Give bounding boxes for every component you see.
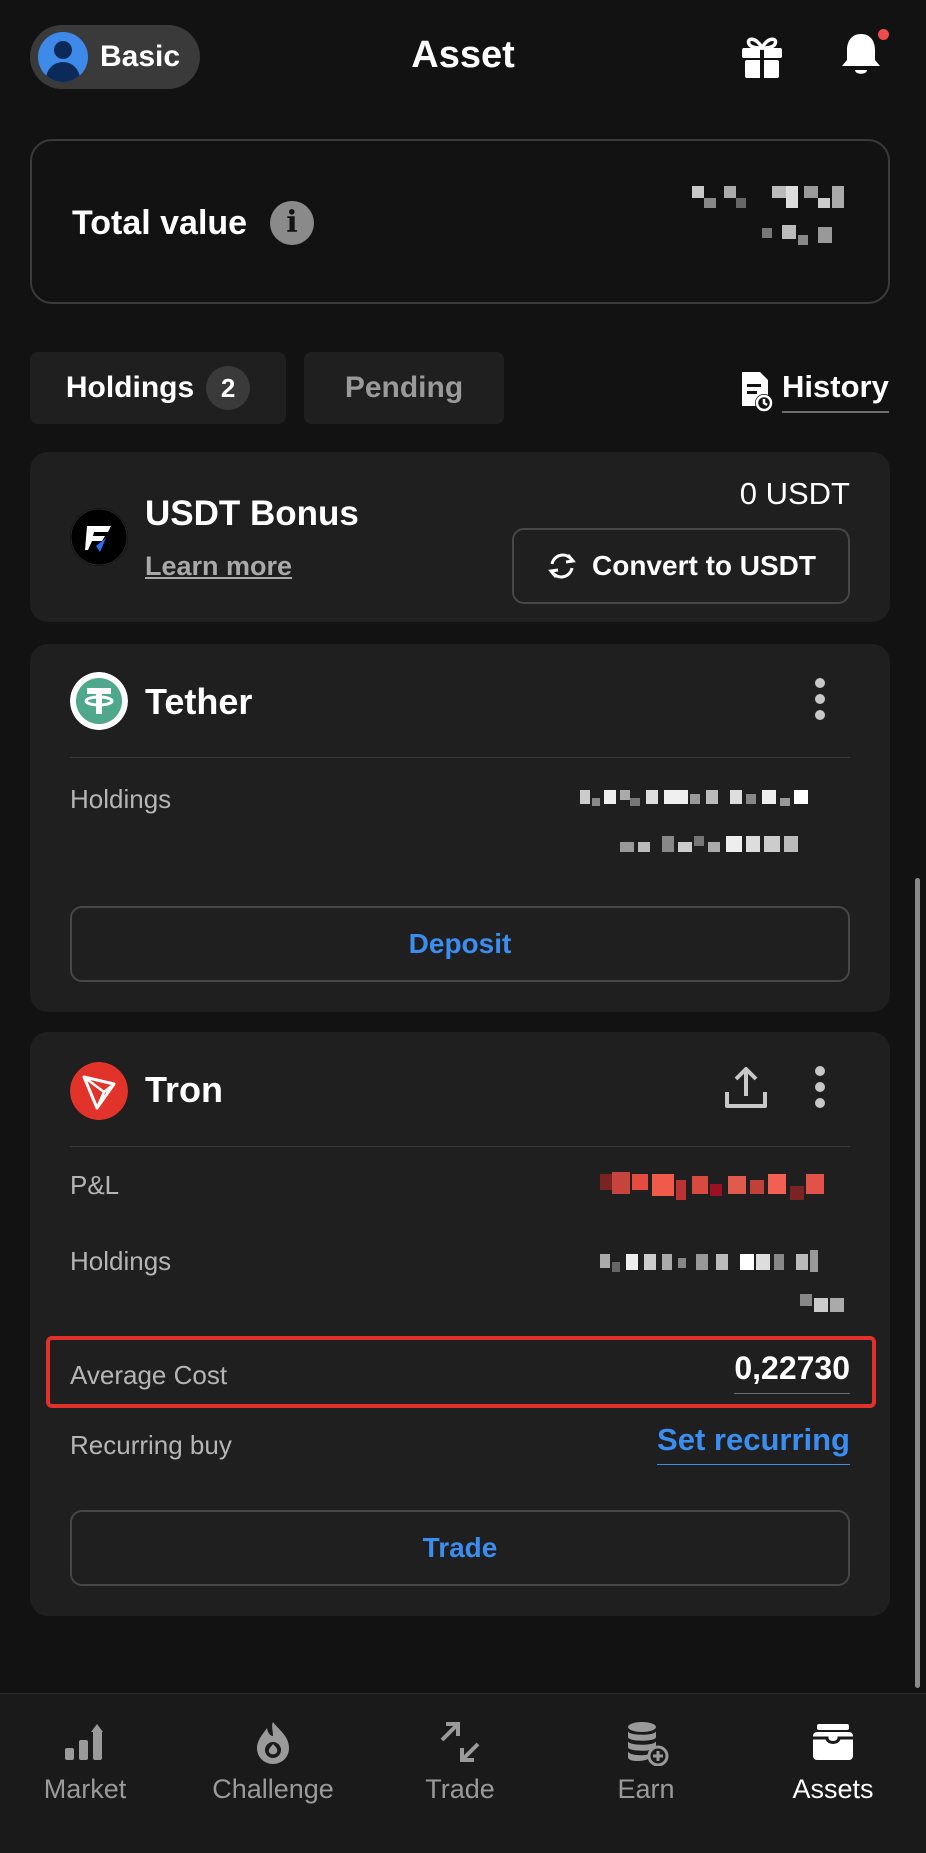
- nav-item-trade[interactable]: Trade: [370, 1694, 550, 1853]
- tron-card: Tron P&L Holdings Average Cost 0,22730 R…: [30, 1032, 890, 1616]
- tether-card: Tether Holdings Deposit: [30, 644, 890, 1012]
- flame-icon: [257, 1722, 289, 1764]
- page-title: Asset: [411, 34, 515, 76]
- history-document-icon: [742, 372, 773, 412]
- nav-label-trade: Trade: [425, 1774, 495, 1804]
- swap-arrows-icon: [440, 1722, 480, 1762]
- top-header: Basic Asset: [0, 0, 926, 115]
- nav-item-market[interactable]: Market: [0, 1694, 175, 1853]
- nav-item-assets[interactable]: Assets: [743, 1694, 923, 1853]
- tron-logo-icon: [70, 1062, 128, 1120]
- notification-badge: [878, 29, 889, 40]
- usdt-bonus-title: USDT Bonus: [145, 494, 359, 533]
- tether-divider: [70, 757, 850, 758]
- bottom-navigation: Market Challenge Trade Earn Assets: [0, 1693, 926, 1853]
- tab-pending[interactable]: Pending: [304, 352, 504, 424]
- tron-holdings-label: Holdings: [70, 1246, 172, 1276]
- average-cost-label: Average Cost: [70, 1360, 228, 1390]
- trade-button[interactable]: Trade: [70, 1510, 850, 1586]
- bonus-logo-icon: [70, 508, 128, 566]
- usdt-bonus-amount: 0 USDT: [739, 476, 850, 511]
- tether-more-options-icon[interactable]: [813, 678, 827, 728]
- tron-divider: [70, 1146, 850, 1147]
- convert-to-usdt-label: Convert to USDT: [592, 550, 816, 581]
- tron-holdings-value-redacted: [600, 1250, 844, 1312]
- nav-item-earn[interactable]: Earn: [556, 1694, 736, 1853]
- usdt-bonus-card: USDT Bonus Learn more 0 USDT Convert to …: [30, 452, 890, 622]
- refresh-icon: [548, 553, 576, 579]
- tab-holdings-label: Holdings: [65, 371, 195, 404]
- nav-label-market: Market: [43, 1774, 127, 1804]
- tether-holdings-value-redacted: [580, 790, 808, 852]
- total-value-amount-redacted: [692, 186, 844, 245]
- coins-stack-icon: [628, 1722, 669, 1766]
- pnl-label: P&L: [70, 1170, 120, 1200]
- share-icon[interactable]: [722, 1064, 770, 1112]
- tether-holdings-label: Holdings: [70, 784, 172, 814]
- notification-bell-icon[interactable]: [838, 30, 884, 78]
- convert-to-usdt-button[interactable]: Convert to USDT: [512, 528, 850, 604]
- deposit-button[interactable]: Deposit: [70, 906, 850, 982]
- tron-more-options-icon[interactable]: [813, 1066, 827, 1116]
- tab-pending-label: Pending: [344, 371, 464, 404]
- wallet-icon: [813, 1724, 853, 1760]
- pnl-value-redacted: [600, 1172, 824, 1200]
- holdings-count-badge: 2: [206, 366, 251, 410]
- average-cost-value[interactable]: 0,22730: [734, 1350, 850, 1394]
- history-label: History: [782, 369, 889, 413]
- info-icon[interactable]: i: [270, 201, 314, 245]
- tether-name: Tether: [145, 681, 253, 722]
- nav-item-challenge[interactable]: Challenge: [183, 1694, 363, 1853]
- tab-holdings[interactable]: Holdings 2: [30, 352, 286, 424]
- bar-chart-icon: [65, 1724, 103, 1760]
- learn-more-link[interactable]: Learn more: [145, 551, 292, 582]
- total-value-label: Total value: [72, 204, 248, 242]
- nav-label-challenge: Challenge: [212, 1774, 334, 1804]
- set-recurring-link[interactable]: Set recurring: [657, 1422, 850, 1465]
- nav-label-earn: Earn: [617, 1774, 675, 1804]
- tether-logo-icon: [70, 672, 128, 730]
- nav-label-assets: Assets: [792, 1774, 874, 1804]
- gift-icon[interactable]: [738, 32, 786, 80]
- scrollbar[interactable]: [915, 878, 920, 1688]
- history-link[interactable]: History: [738, 368, 889, 414]
- recurring-buy-label: Recurring buy: [70, 1430, 232, 1460]
- total-value-card: Total value i: [30, 139, 890, 304]
- tron-name: Tron: [145, 1069, 223, 1110]
